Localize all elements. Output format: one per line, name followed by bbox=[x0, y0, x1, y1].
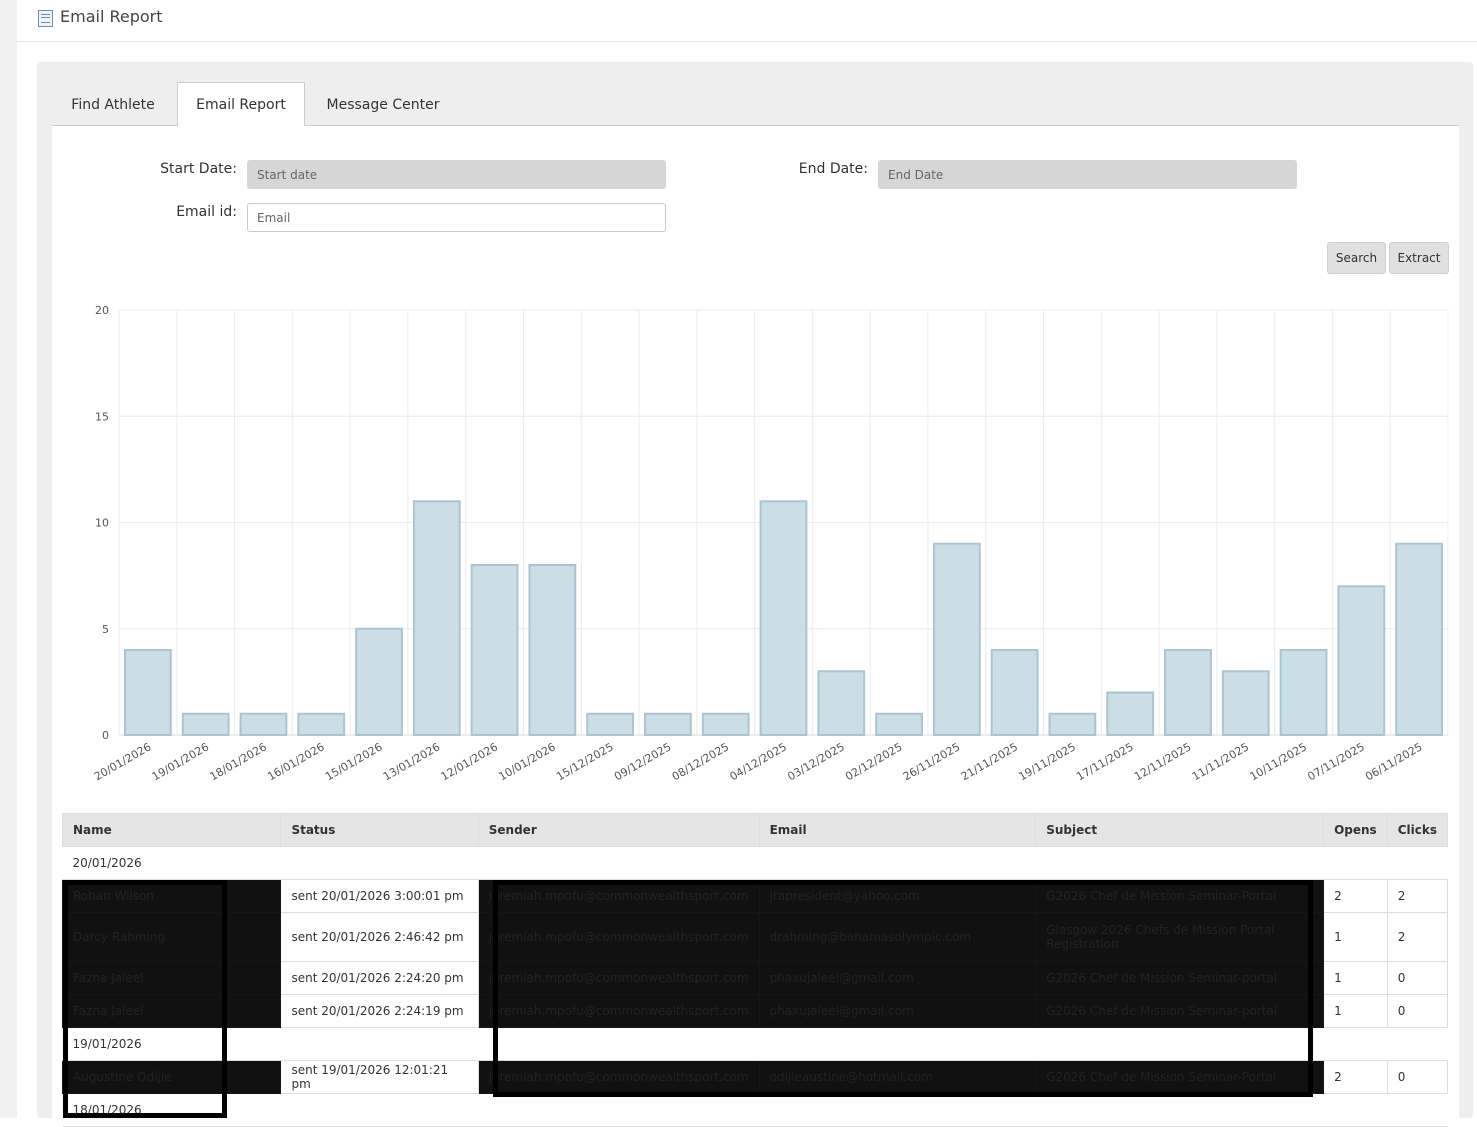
x-tick-label: 16/01/2026 bbox=[265, 740, 326, 783]
cell-status: sent 20/01/2026 2:24:19 pm bbox=[280, 994, 479, 1028]
bar bbox=[528, 564, 577, 736]
cell-clicks: 0 bbox=[1386, 1060, 1449, 1094]
bar bbox=[644, 712, 692, 736]
x-tick-label: 26/11/2025 bbox=[901, 740, 962, 783]
tab-email-report[interactable]: Email Report bbox=[177, 82, 305, 126]
y-tick-label: 20 bbox=[95, 304, 109, 317]
cell-opens: 2 bbox=[1323, 1060, 1388, 1094]
bar bbox=[355, 627, 403, 736]
bar bbox=[1279, 649, 1328, 736]
cell-clicks: 0 bbox=[1386, 961, 1449, 995]
bar bbox=[1395, 542, 1444, 736]
column-header-name[interactable]: Name bbox=[61, 813, 282, 847]
bar bbox=[1221, 670, 1270, 736]
column-header-clicks[interactable]: Clicks bbox=[1386, 813, 1449, 847]
bar bbox=[990, 649, 1039, 736]
column-header-status[interactable]: Status bbox=[280, 813, 479, 847]
column-header-subject[interactable]: Subject bbox=[1035, 813, 1325, 847]
x-tick-label: 17/11/2025 bbox=[1074, 740, 1135, 783]
x-tick-label: 10/01/2026 bbox=[496, 740, 557, 783]
column-header-sender[interactable]: Sender bbox=[477, 813, 760, 847]
cell-opens: 2 bbox=[1323, 879, 1388, 913]
bar bbox=[1048, 712, 1097, 736]
bar bbox=[759, 500, 808, 736]
x-tick-label: 13/01/2026 bbox=[381, 740, 442, 783]
y-tick-label: 15 bbox=[95, 410, 109, 423]
bar bbox=[1164, 649, 1212, 736]
x-tick-label: 20/01/2026 bbox=[92, 740, 153, 783]
bar bbox=[932, 542, 981, 736]
x-tick-label: 09/12/2025 bbox=[612, 740, 673, 783]
column-header-email[interactable]: Email bbox=[758, 813, 1037, 847]
bar bbox=[1337, 585, 1386, 736]
x-tick-label: 08/12/2025 bbox=[670, 740, 731, 783]
x-tick-label: 15/01/2026 bbox=[323, 740, 384, 783]
cell-clicks: 2 bbox=[1386, 912, 1449, 962]
bar bbox=[239, 712, 288, 736]
x-tick-label: 10/11/2025 bbox=[1248, 740, 1309, 783]
x-tick-label: 15/12/2025 bbox=[554, 740, 615, 783]
y-tick-label: 5 bbox=[102, 623, 109, 636]
column-header-opens[interactable]: Opens bbox=[1323, 813, 1388, 847]
x-tick-label: 18/01/2026 bbox=[208, 740, 269, 783]
date-group-label: 18/01/2026 bbox=[62, 1093, 1448, 1127]
cell-opens: 1 bbox=[1323, 912, 1388, 962]
bar bbox=[701, 712, 750, 736]
x-tick-label: 04/12/2025 bbox=[728, 740, 789, 783]
cell-opens: 1 bbox=[1323, 961, 1388, 995]
y-tick-label: 0 bbox=[102, 729, 109, 742]
cell-status: sent 20/01/2026 3:00:01 pm bbox=[280, 879, 479, 913]
x-tick-label: 21/11/2025 bbox=[959, 740, 1020, 783]
y-tick-label: 10 bbox=[95, 517, 109, 530]
bar bbox=[817, 670, 866, 736]
date-group-row: 20/01/2026 bbox=[62, 846, 1448, 880]
x-tick-label: 12/01/2026 bbox=[439, 740, 500, 783]
bar bbox=[875, 712, 923, 736]
bar bbox=[181, 712, 230, 736]
x-tick-label: 19/01/2026 bbox=[150, 740, 211, 783]
x-tick-label: 07/11/2025 bbox=[1305, 740, 1366, 783]
bar bbox=[412, 500, 461, 736]
cell-clicks: 0 bbox=[1386, 994, 1449, 1028]
x-tick-label: 11/11/2025 bbox=[1190, 740, 1251, 783]
bar bbox=[297, 712, 346, 736]
cell-status: sent 20/01/2026 2:46:42 pm bbox=[280, 912, 479, 962]
bar bbox=[1106, 691, 1155, 736]
x-tick-label: 02/12/2025 bbox=[843, 740, 904, 783]
date-group-row: 18/01/2026 bbox=[62, 1093, 1448, 1127]
redaction-box-emails bbox=[493, 880, 1313, 1097]
cell-clicks: 2 bbox=[1386, 879, 1449, 913]
bar bbox=[586, 712, 635, 736]
bar bbox=[470, 564, 519, 736]
date-group-label: 20/01/2026 bbox=[62, 846, 1448, 880]
bar bbox=[124, 649, 172, 736]
x-tick-label: 03/12/2025 bbox=[785, 740, 846, 783]
cell-status: sent 20/01/2026 2:24:20 pm bbox=[280, 961, 479, 995]
cell-status: sent 19/01/2026 12:01:21 pm bbox=[280, 1060, 479, 1094]
x-tick-label: 19/11/2025 bbox=[1017, 740, 1078, 783]
cell-opens: 1 bbox=[1323, 994, 1388, 1028]
x-tick-label: 12/11/2025 bbox=[1132, 740, 1193, 783]
x-tick-label: 06/11/2025 bbox=[1363, 740, 1424, 783]
redaction-box-names bbox=[63, 880, 227, 1118]
